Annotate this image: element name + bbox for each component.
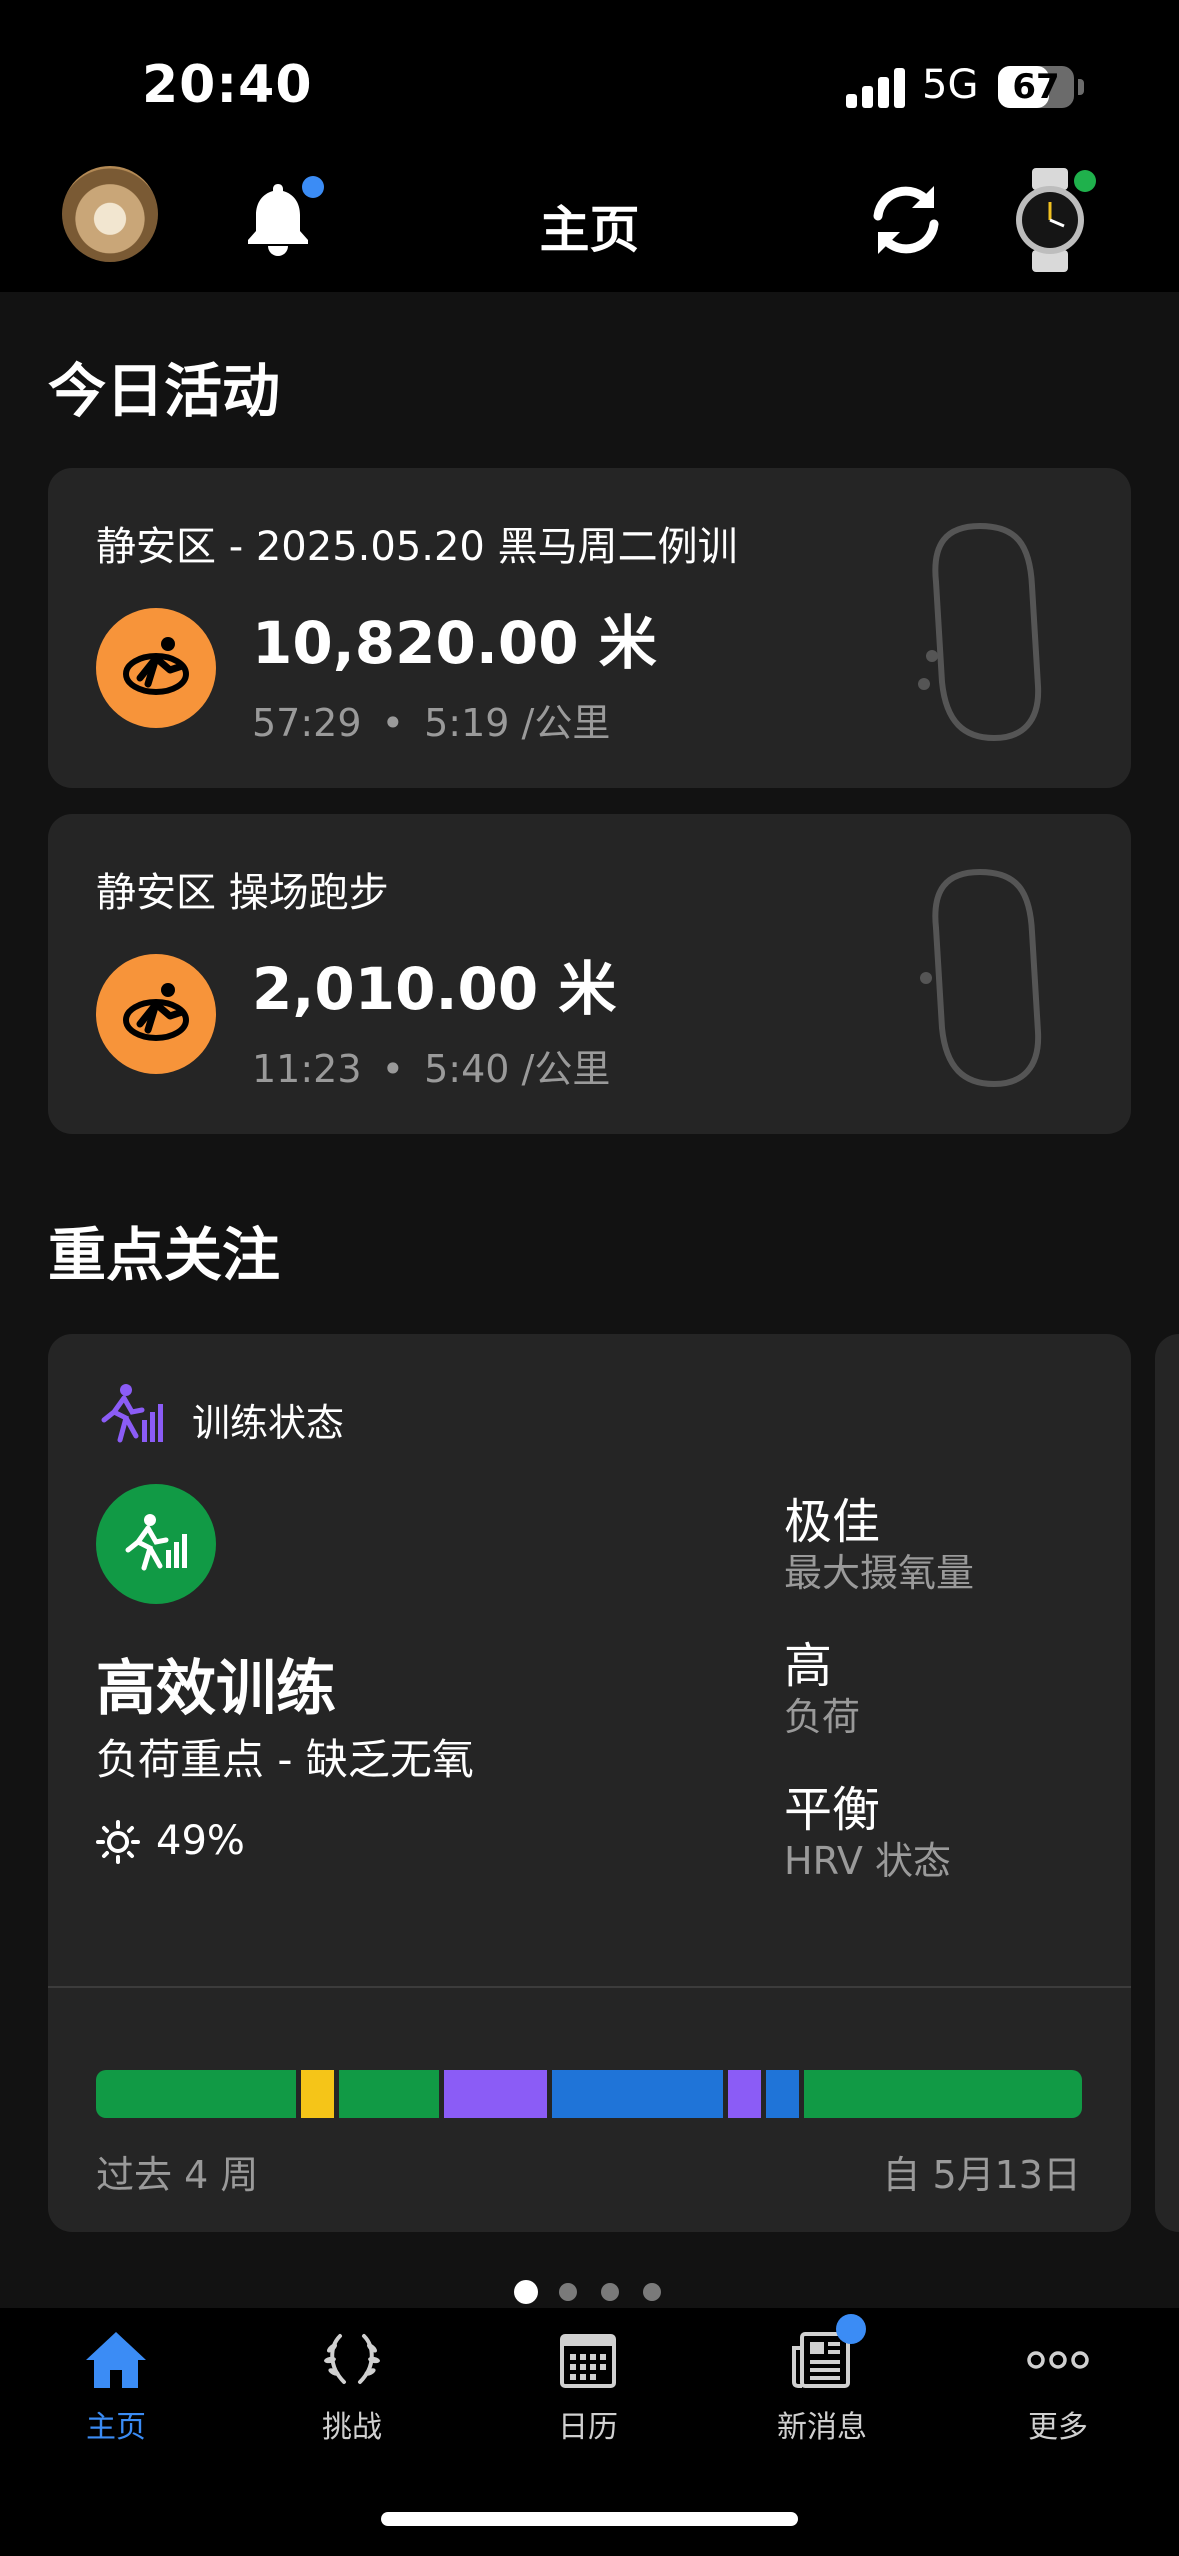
home-indicator[interactable] <box>381 2512 798 2526</box>
metric-label: 最大摄氧量 <box>784 1551 975 1595</box>
training-status-detail: 负荷重点 - 缺乏无氧 <box>96 1735 474 1784</box>
status-percent: 49% <box>156 1818 245 1864</box>
tab-label: 日历 <box>558 2410 618 2445</box>
main-content[interactable]: 今日活动 静安区 - 2025.05.20 黑马周二例训 10,820.00 米… <box>0 292 1179 2308</box>
activity-card[interactable]: 静安区 操场跑步 2,010.00 米 11:23 • 5:40 /公里 <box>48 814 1131 1134</box>
history-start-label: 自 5月13日 <box>882 2153 1081 2197</box>
history-segment <box>803 2070 1082 2118</box>
activity-title: 静安区 - 2025.05.20 黑马周二例训 <box>96 524 738 570</box>
next-card-peek[interactable] <box>1155 1334 1179 2232</box>
status-badge <box>96 1484 216 1604</box>
separator-dot: • <box>381 1047 405 1091</box>
activity-card[interactable]: 静安区 - 2025.05.20 黑马周二例训 10,820.00 米 57:2… <box>48 468 1131 788</box>
history-segment <box>765 2070 804 2118</box>
sync-button[interactable] <box>864 178 948 262</box>
tab-label: 新消息 <box>777 2410 867 2445</box>
page-dot[interactable] <box>514 2280 538 2304</box>
page-dot[interactable] <box>601 2283 619 2301</box>
device-button[interactable] <box>1012 168 1096 272</box>
history-segment <box>727 2070 766 2118</box>
activity-pace: 5:19 /公里 <box>424 701 611 745</box>
home-icon <box>86 2332 146 2388</box>
history-segment <box>300 2070 340 2118</box>
history-segment <box>339 2070 444 2118</box>
separator-dot: • <box>381 701 405 745</box>
device-connected-badge <box>1074 170 1096 192</box>
training-status-icon <box>101 1384 163 1443</box>
tab-news[interactable]: 新消息 <box>722 2314 922 2478</box>
tab-more[interactable]: 更多 <box>958 2328 1158 2478</box>
card-label: 训练状态 <box>192 1401 345 1445</box>
training-status-card[interactable]: 训练状态 高效训练 负荷重点 - 缺乏无氧 49% 极佳 最大摄氧量 高 负荷 … <box>48 1334 1131 2232</box>
sun-icon <box>96 1820 140 1864</box>
calendar-icon <box>560 2334 616 2388</box>
history-segment <box>443 2070 552 2118</box>
section-title-today: 今日活动 <box>48 357 281 425</box>
route-map-icon <box>918 522 1042 742</box>
running-icon <box>123 983 189 1041</box>
activity-time: 57:29 <box>252 701 362 745</box>
network-label: 5G <box>922 62 979 108</box>
battery-percent: 67 <box>1012 67 1060 107</box>
tab-home[interactable]: 主页 <box>16 2328 216 2478</box>
training-history-bar <box>96 2070 1082 2118</box>
page-title: 主页 <box>539 201 640 259</box>
page-indicator[interactable] <box>0 2280 1179 2308</box>
metric-label: HRV 状态 <box>784 1839 951 1883</box>
page-dot[interactable] <box>643 2283 661 2301</box>
status-bar: 20:40 5G 67 <box>0 0 1179 160</box>
history-segment <box>551 2070 728 2118</box>
route-map-icon <box>920 868 1042 1088</box>
activity-type-badge <box>96 608 216 728</box>
activity-distance: 10,820.00 米 <box>252 609 657 677</box>
activity-pace: 5:40 /公里 <box>424 1047 611 1091</box>
sync-icon <box>873 186 939 254</box>
divider <box>48 1986 1131 1988</box>
tab-label: 挑战 <box>322 2410 382 2445</box>
app-header: 主页 <box>0 160 1179 292</box>
activity-stats: 57:29 • 5:19 /公里 <box>252 692 610 747</box>
history-range-label: 过去 4 周 <box>96 2153 259 2197</box>
activity-stats: 11:23 • 5:40 /公里 <box>252 1038 610 1093</box>
activity-type-badge <box>96 954 216 1074</box>
tab-label: 更多 <box>1028 2410 1088 2445</box>
tab-calendar[interactable]: 日历 <box>488 2328 688 2478</box>
page-dot[interactable] <box>559 2283 577 2301</box>
signal-icon <box>846 66 906 108</box>
metric-label: 负荷 <box>784 1695 861 1739</box>
tab-challenges[interactable]: 挑战 <box>252 2328 452 2478</box>
section-title-focus: 重点关注 <box>48 1221 281 1289</box>
activity-distance: 2,010.00 米 <box>252 955 617 1023</box>
history-segment <box>96 2070 301 2118</box>
training-status-value: 高效训练 <box>96 1654 336 1724</box>
laurel-icon <box>324 2334 380 2384</box>
activity-title: 静安区 操场跑步 <box>96 870 389 916</box>
tab-label: 主页 <box>86 2410 146 2445</box>
activity-time: 11:23 <box>252 1047 362 1091</box>
training-status-icon <box>125 1514 187 1571</box>
more-icon <box>1027 2351 1089 2369</box>
running-icon <box>123 637 189 695</box>
battery-tip <box>1078 79 1084 95</box>
status-time: 20:40 <box>142 55 313 115</box>
news-badge <box>836 2314 866 2344</box>
